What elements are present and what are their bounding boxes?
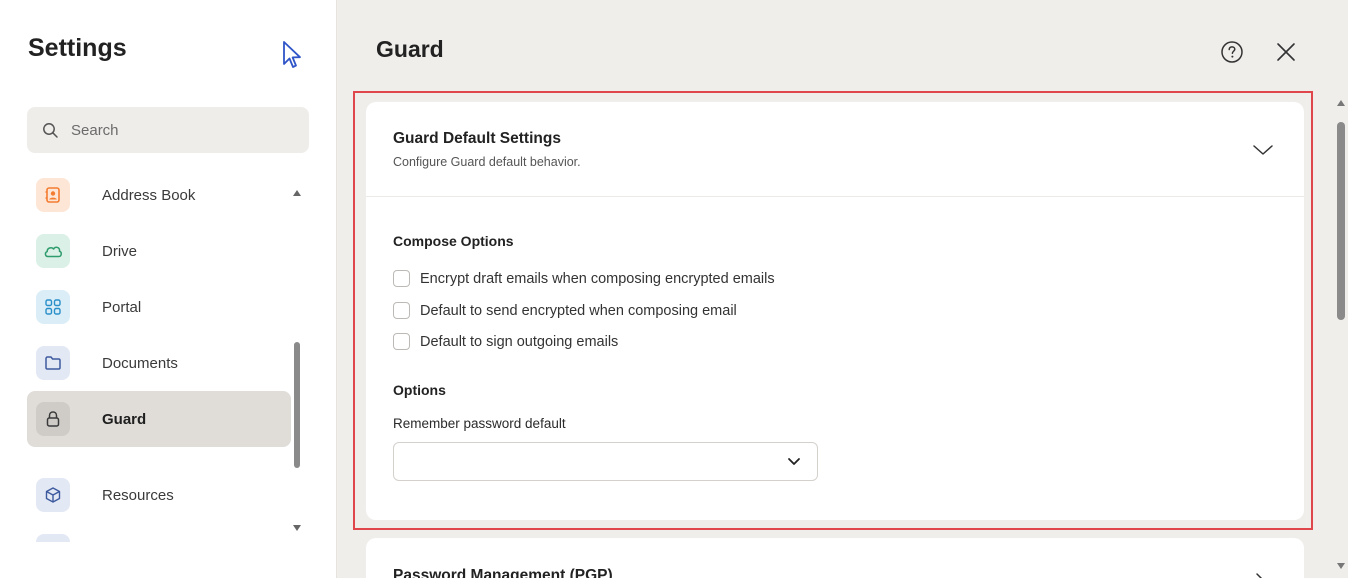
cloud-icon bbox=[44, 246, 62, 258]
sidebar-item-label: Portal bbox=[102, 298, 142, 316]
close-icon[interactable] bbox=[1275, 41, 1297, 63]
sidebar-item-guard[interactable]: Guard bbox=[27, 391, 291, 447]
folder-icon bbox=[45, 356, 61, 370]
sidebar-item-label: Address Book bbox=[102, 186, 196, 204]
address-book-icon bbox=[45, 187, 60, 203]
main-scroll-up-arrow[interactable] bbox=[1337, 100, 1345, 106]
sidebar-scrollbar-thumb[interactable] bbox=[294, 342, 300, 468]
grid-icon bbox=[45, 299, 61, 315]
sidebar-item-partial[interactable] bbox=[27, 523, 291, 542]
search-box[interactable] bbox=[27, 107, 309, 153]
page-title: Guard bbox=[376, 36, 444, 62]
password-management-card[interactable]: Password Management (PGP) bbox=[366, 538, 1304, 578]
sidebar-title: Settings bbox=[28, 34, 127, 62]
main-scrollbar-thumb[interactable] bbox=[1337, 122, 1345, 320]
cube-icon bbox=[45, 487, 61, 503]
sidebar-item-portal[interactable]: Portal bbox=[27, 279, 291, 335]
search-input[interactable] bbox=[71, 121, 291, 139]
sidebar-scroll-up-arrow[interactable] bbox=[293, 190, 301, 196]
mouse-cursor-icon bbox=[283, 41, 301, 68]
sidebar-item-resources[interactable]: Resources bbox=[27, 467, 291, 523]
sidebar-item-drive[interactable]: Drive bbox=[27, 223, 291, 279]
settings-sidebar: Settings Address Book bbox=[0, 0, 337, 578]
main-scroll-down-arrow[interactable] bbox=[1337, 563, 1345, 569]
search-icon bbox=[43, 122, 58, 138]
sidebar-item-label: Guard bbox=[102, 410, 147, 428]
sidebar-item-label: Drive bbox=[102, 242, 138, 260]
card-title: Password Management (PGP) bbox=[393, 567, 613, 578]
sidebar-item-label: Resources bbox=[102, 486, 174, 504]
settings-nav: Address Book Drive Portal Documents Guar… bbox=[27, 170, 291, 542]
sidebar-item-label: Documents bbox=[102, 354, 178, 372]
sidebar-item-address-book[interactable]: Address Book bbox=[27, 170, 291, 223]
sidebar-scroll-down-arrow[interactable] bbox=[293, 525, 301, 531]
help-icon[interactable] bbox=[1220, 40, 1244, 64]
lock-icon bbox=[46, 411, 60, 427]
sidebar-item-documents[interactable]: Documents bbox=[27, 335, 291, 391]
chevron-right-icon[interactable] bbox=[1255, 572, 1265, 578]
highlight-box bbox=[353, 91, 1313, 530]
